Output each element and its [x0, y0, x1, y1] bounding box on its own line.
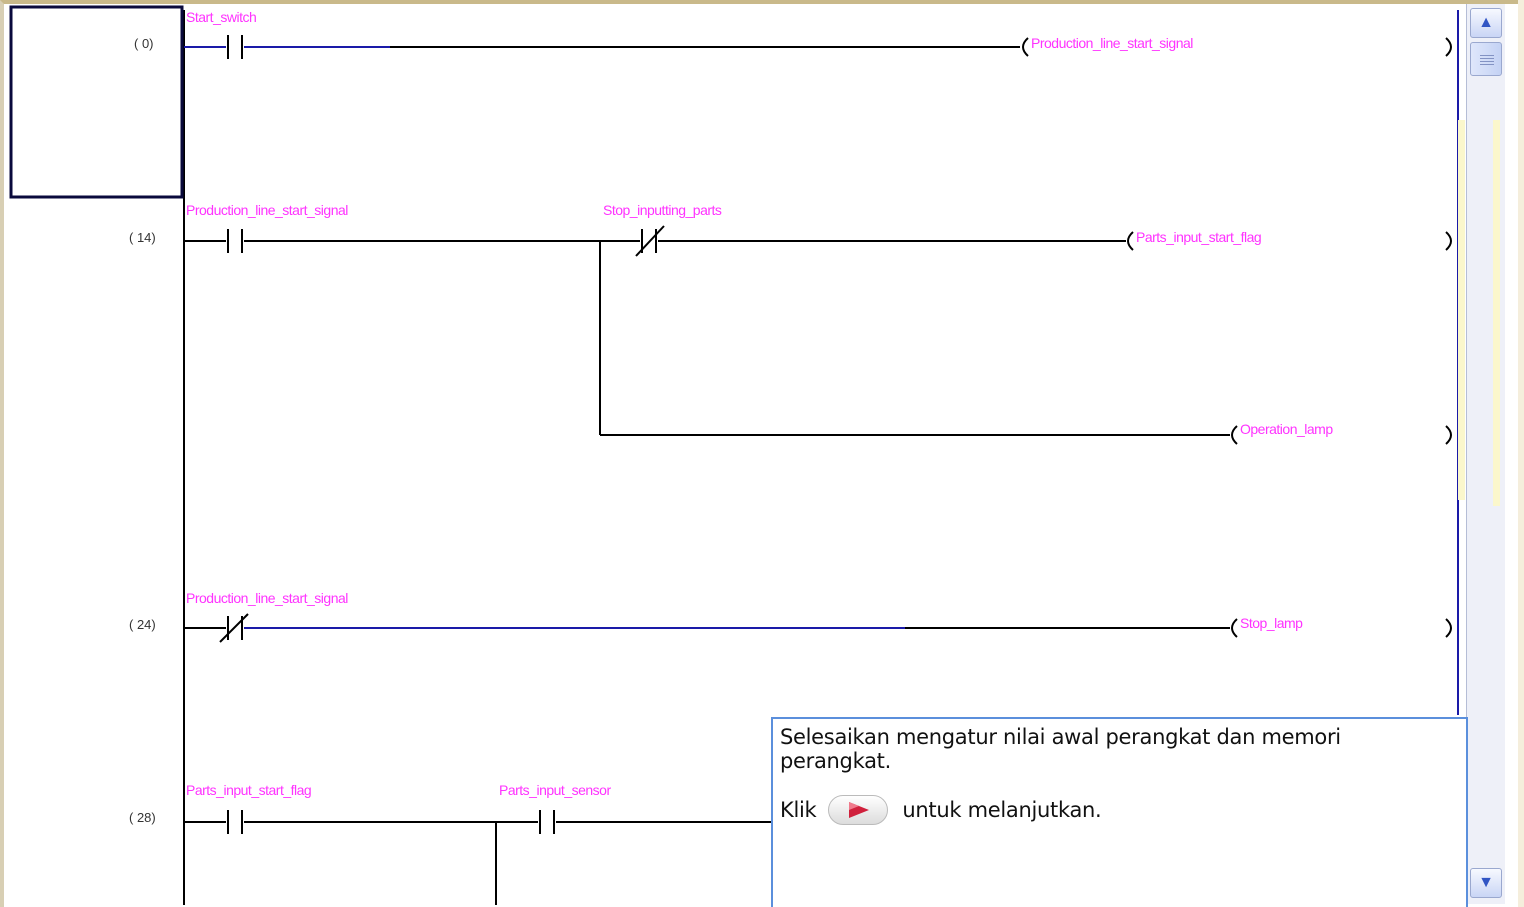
scroll-down-button[interactable]: ▼: [1470, 868, 1502, 898]
coil-label: Parts_input_start_flag: [1136, 229, 1261, 245]
click-suffix: untuk melanjutkan.: [902, 798, 1102, 822]
next-button[interactable]: [828, 795, 889, 825]
coil-right[interactable]: [1445, 231, 1452, 251]
step-number: ( 14): [129, 230, 156, 245]
vertical-scrollbar[interactable]: ▲ ▼: [1466, 4, 1505, 904]
step-number: ( 0): [134, 36, 154, 51]
coil-label: Operation_lamp: [1240, 421, 1333, 437]
scroll-up-button[interactable]: ▲: [1470, 8, 1502, 38]
step-number: ( 24): [129, 617, 156, 632]
play-icon: [849, 802, 870, 818]
scrollbar-highlight: [1493, 120, 1500, 506]
contact-no[interactable]: [227, 810, 243, 834]
contact-no[interactable]: [539, 810, 555, 834]
contact-label: Start_switch: [186, 9, 256, 25]
contact-label: Stop_inputting_parts: [603, 202, 722, 218]
tutorial-tooltip: Selesaikan mengatur nilai awal perangkat…: [771, 717, 1468, 907]
coil-right[interactable]: [1445, 37, 1452, 57]
cell-cursor[interactable]: [9, 5, 184, 199]
rung-24: Production_line_start_signal Stop_lamp: [184, 590, 1452, 643]
coil-right[interactable]: [1445, 618, 1452, 638]
coil-left[interactable]: [1231, 618, 1238, 638]
tooltip-instruction: Klik untuk melanjutkan.: [780, 793, 1102, 827]
coil-label: Production_line_start_signal: [1031, 35, 1193, 51]
contact-no[interactable]: [227, 229, 243, 253]
step-number: ( 28): [129, 810, 156, 825]
rung-28: Parts_input_start_flag Parts_input_senso…: [184, 782, 772, 905]
contact-label: Parts_input_sensor: [499, 782, 611, 798]
coil-label: Stop_lamp: [1240, 615, 1303, 631]
click-prefix: Klik: [780, 798, 817, 822]
contact-label: Production_line_start_signal: [186, 202, 348, 218]
contact-label: Production_line_start_signal: [186, 590, 348, 606]
rung-0: Start_switch Production_line_start_signa…: [184, 9, 1452, 59]
coil-right[interactable]: [1445, 425, 1452, 445]
contact-label: Parts_input_start_flag: [186, 782, 311, 798]
tooltip-message: Selesaikan mengatur nilai awal perangkat…: [780, 725, 1341, 773]
contact-no[interactable]: [227, 35, 243, 59]
coil-left[interactable]: [1127, 231, 1134, 251]
coil-left[interactable]: [1022, 37, 1029, 57]
coil-left[interactable]: [1231, 425, 1238, 445]
rung-14: Production_line_start_signal Stop_inputt…: [184, 202, 1452, 445]
highlight-strip: [1458, 120, 1465, 500]
chevron-up-icon: ▲: [1478, 14, 1494, 31]
scrollbar-thumb[interactable]: [1470, 42, 1502, 76]
chevron-down-icon: ▼: [1478, 874, 1494, 891]
